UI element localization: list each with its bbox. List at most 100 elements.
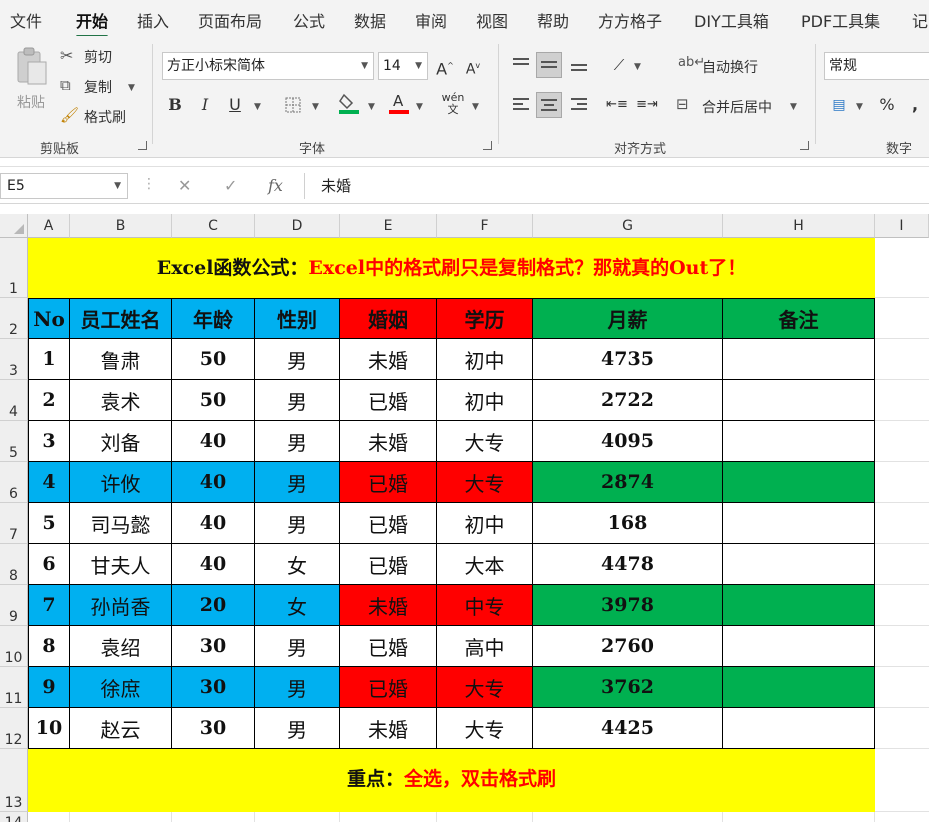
cell-education[interactable]: 大专 [437, 462, 533, 503]
column-header-b[interactable]: B [70, 214, 172, 238]
cell-remark[interactable] [723, 667, 875, 708]
cell-marriage[interactable]: 已婚 [340, 626, 437, 667]
cell-age[interactable]: 20 [172, 585, 255, 626]
column-header-g[interactable]: G [533, 214, 723, 238]
cell-age[interactable]: 30 [172, 667, 255, 708]
font-color-dropdown-icon[interactable]: ▼ [416, 102, 423, 112]
cell-age[interactable]: 40 [172, 421, 255, 462]
tab-file[interactable]: 文件 [10, 8, 42, 32]
wrap-text-button[interactable]: 自动换行 [702, 57, 758, 77]
cell-name[interactable]: 刘备 [70, 421, 172, 462]
cancel-icon[interactable]: ✕ [178, 176, 191, 195]
row-header-12[interactable]: 12 [0, 708, 28, 749]
align-right-icon[interactable] [566, 92, 592, 118]
cell-gender[interactable]: 男 [255, 462, 340, 503]
cell-remark[interactable] [723, 585, 875, 626]
cell-education[interactable]: 高中 [437, 626, 533, 667]
cell-remark[interactable] [723, 708, 875, 749]
cell-age[interactable]: 30 [172, 626, 255, 667]
cell-marriage[interactable]: 未婚 [340, 339, 437, 380]
italic-icon[interactable]: I [192, 92, 218, 118]
cell-age[interactable]: 40 [172, 544, 255, 585]
cell-remark[interactable] [723, 421, 875, 462]
orientation-dropdown-icon[interactable]: ▼ [634, 62, 641, 72]
cell-name[interactable]: 徐庶 [70, 667, 172, 708]
fill-color-icon[interactable] [336, 90, 362, 116]
header-cell-age[interactable]: 年龄 [172, 298, 255, 339]
clipboard-launcher-icon[interactable] [138, 141, 147, 150]
font-name-combo[interactable]: 方正小标宋简体 ▼ [162, 52, 374, 80]
border-icon[interactable] [280, 92, 306, 118]
comma-style-icon[interactable]: , [902, 92, 928, 118]
tab-home[interactable]: 开始 [76, 8, 109, 38]
cell-gender[interactable]: 女 [255, 544, 340, 585]
copy-button[interactable]: 复制 [84, 77, 112, 97]
cell-name[interactable]: 许攸 [70, 462, 172, 503]
cell-no[interactable]: 3 [28, 421, 70, 462]
row-header-11[interactable]: 11 [0, 667, 28, 708]
cell-gender[interactable]: 男 [255, 421, 340, 462]
align-middle-icon[interactable] [536, 52, 562, 78]
cell-gender[interactable]: 男 [255, 667, 340, 708]
cell-salary[interactable]: 4095 [533, 421, 723, 462]
header-cell-marriage[interactable]: 婚姻 [340, 298, 437, 339]
header-cell-no[interactable]: No [28, 298, 70, 339]
column-header-a[interactable]: A [28, 214, 70, 238]
cell-age[interactable]: 40 [172, 503, 255, 544]
cell-name[interactable]: 甘夫人 [70, 544, 172, 585]
underline-dropdown-icon[interactable]: ▼ [254, 102, 261, 112]
cell-name[interactable]: 司马懿 [70, 503, 172, 544]
cell-salary[interactable]: 168 [533, 503, 723, 544]
cell-name[interactable]: 鲁肃 [70, 339, 172, 380]
cell-gender[interactable]: 男 [255, 339, 340, 380]
merge-center-button[interactable]: 合并后居中 [702, 97, 772, 117]
row-header-5[interactable]: 5 [0, 421, 28, 462]
cell-education[interactable]: 初中 [437, 503, 533, 544]
cell-remark[interactable] [723, 339, 875, 380]
column-header-e[interactable]: E [340, 214, 437, 238]
cell-gender[interactable]: 男 [255, 503, 340, 544]
align-top-icon[interactable] [508, 52, 534, 78]
cell-education[interactable]: 大专 [437, 421, 533, 462]
cell-name[interactable]: 孙尚香 [70, 585, 172, 626]
cell-no[interactable]: 4 [28, 462, 70, 503]
header-cell-salary[interactable]: 月薪 [533, 298, 723, 339]
cell-marriage[interactable]: 未婚 [340, 585, 437, 626]
row-header-9[interactable]: 9 [0, 585, 28, 626]
accounting-dropdown-icon[interactable]: ▼ [856, 102, 863, 112]
cell-marriage[interactable]: 已婚 [340, 380, 437, 421]
header-cell-remark[interactable]: 备注 [723, 298, 875, 339]
row-header-10[interactable]: 10 [0, 626, 28, 667]
cell-marriage[interactable]: 未婚 [340, 421, 437, 462]
cell-remark[interactable] [723, 380, 875, 421]
row-header-13[interactable]: 13 [0, 749, 28, 812]
shrink-font-icon[interactable]: Av [460, 53, 486, 79]
row-header-2[interactable]: 2 [0, 298, 28, 339]
cell-gender[interactable]: 男 [255, 626, 340, 667]
column-header-f[interactable]: F [437, 214, 533, 238]
header-cell-education[interactable]: 学历 [437, 298, 533, 339]
bold-icon[interactable]: B [162, 92, 188, 118]
font-launcher-icon[interactable] [483, 141, 492, 150]
cell-no[interactable]: 6 [28, 544, 70, 585]
paste-button[interactable]: 粘贴 [12, 44, 50, 124]
accounting-format-icon[interactable]: ▤ [826, 92, 852, 118]
underline-icon[interactable]: U [222, 92, 248, 118]
cell-gender[interactable]: 女 [255, 585, 340, 626]
cell-education[interactable]: 初中 [437, 380, 533, 421]
border-dropdown-icon[interactable]: ▼ [312, 102, 319, 112]
cell-remark[interactable] [723, 462, 875, 503]
tab-view[interactable]: 视图 [476, 8, 508, 32]
cell-no[interactable]: 5 [28, 503, 70, 544]
tab-overflow[interactable]: 记 [912, 8, 928, 32]
cell-salary[interactable]: 2722 [533, 380, 723, 421]
cell-age[interactable]: 50 [172, 339, 255, 380]
tab-page-layout[interactable]: 页面布局 [198, 8, 262, 32]
insert-function-icon[interactable]: fx [268, 176, 283, 195]
number-format-combo[interactable]: 常规 [824, 52, 929, 80]
cell-no[interactable]: 8 [28, 626, 70, 667]
header-cell-gender[interactable]: 性别 [255, 298, 340, 339]
row-header-6[interactable]: 6 [0, 462, 28, 503]
enter-icon[interactable]: ✓ [224, 176, 237, 195]
row-header-4[interactable]: 4 [0, 380, 28, 421]
